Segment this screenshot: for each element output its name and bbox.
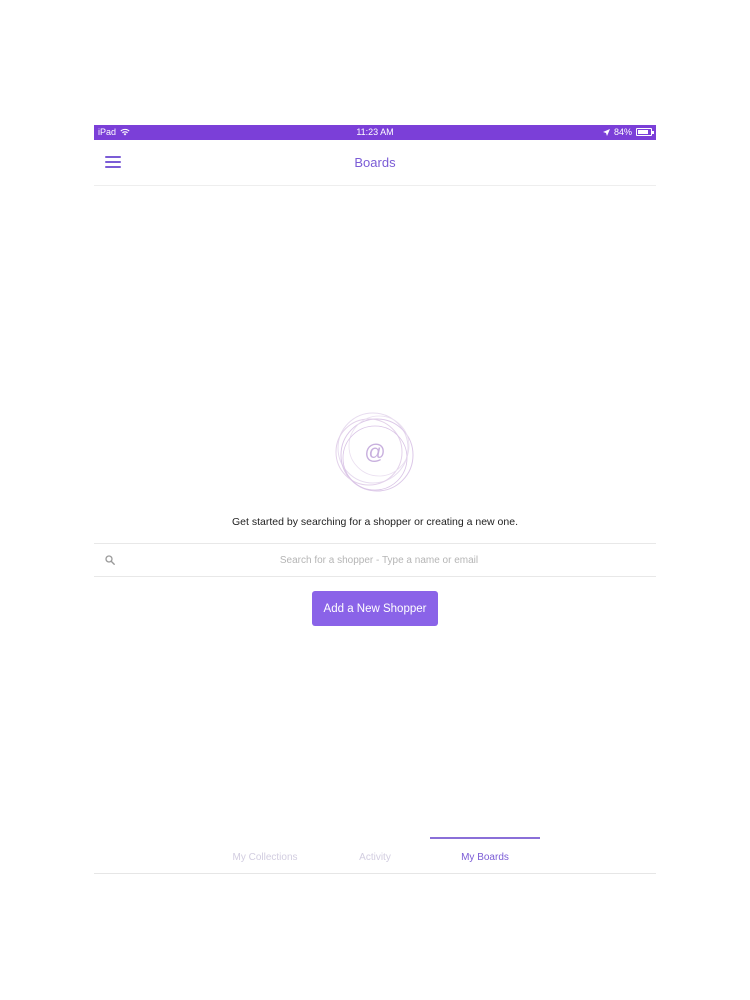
search-icon (105, 555, 115, 565)
tab-my-collections[interactable]: My Collections (210, 837, 320, 874)
status-time: 11:23 AM (356, 127, 394, 137)
battery-percent: 84% (613, 127, 632, 137)
search-bar (94, 543, 656, 577)
empty-state-message: Get started by searching for a shopper o… (232, 516, 518, 528)
shopper-search-input[interactable] (124, 544, 634, 576)
navigation-bar: Boards (94, 140, 656, 186)
status-bar: iPad 11:23 AM 84% (94, 125, 656, 140)
location-arrow-icon (602, 128, 610, 136)
status-right: 84% (602, 127, 654, 137)
at-sign-circles-icon: @ (335, 412, 414, 492)
tab-my-boards[interactable]: My Boards (430, 837, 540, 874)
battery-level (638, 130, 649, 134)
battery-icon (636, 128, 654, 136)
tab-activity[interactable]: Activity (320, 837, 430, 874)
ipad-screen: iPad 11:23 AM 84% Boards @ Get started b… (94, 125, 656, 877)
tab-bar: My Collections Activity My Boards (94, 837, 656, 874)
add-new-shopper-button[interactable]: Add a New Shopper (312, 591, 438, 626)
hamburger-menu-icon[interactable] (105, 156, 121, 170)
page-title: Boards (354, 155, 396, 170)
svg-text:@: @ (364, 441, 385, 464)
